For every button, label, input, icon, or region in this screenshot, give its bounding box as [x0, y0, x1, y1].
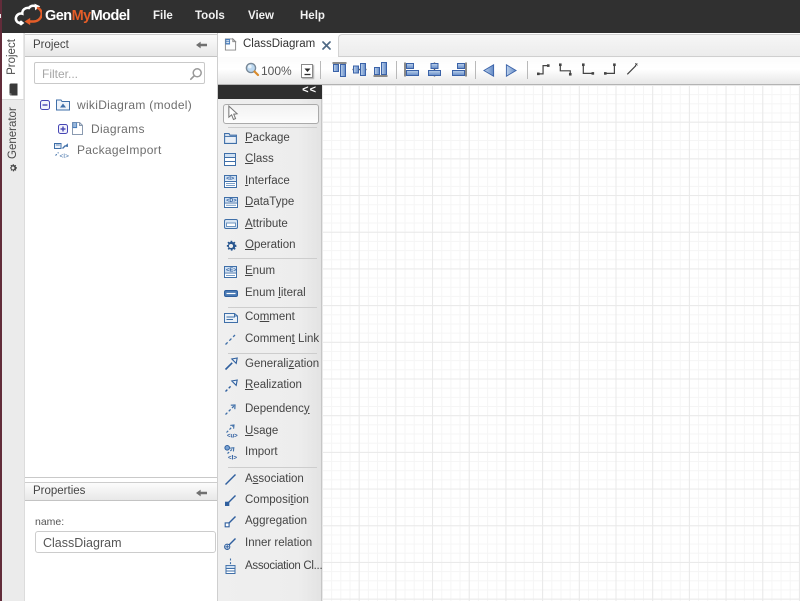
svg-text:<u>: <u>	[227, 434, 238, 439]
svg-text:<I>: <I>	[60, 153, 70, 158]
svg-text:<I>: <I>	[228, 455, 237, 461]
